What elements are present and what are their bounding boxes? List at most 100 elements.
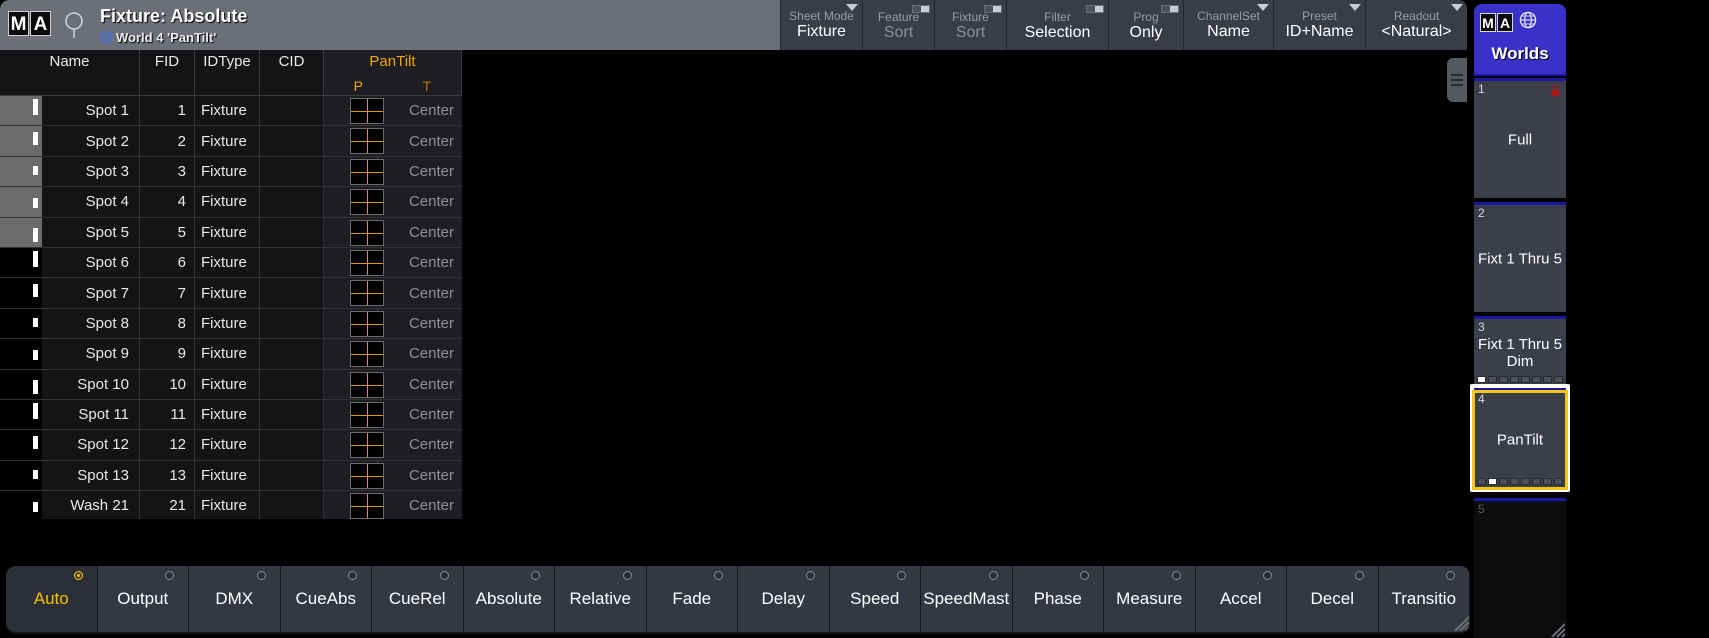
cell-name[interactable]: Spot 2 (42, 126, 140, 156)
cell-idtype[interactable]: Fixture (195, 491, 260, 519)
cell-cid[interactable] (260, 370, 324, 400)
preset-type-auto[interactable]: Auto (6, 566, 98, 632)
row-selection-indicator[interactable] (0, 400, 42, 430)
cell-fid[interactable]: 5 (140, 218, 195, 248)
pantilt-crosshair-icon[interactable] (350, 402, 384, 428)
cell-name[interactable]: Spot 6 (42, 248, 140, 278)
cell-idtype[interactable]: Fixture (195, 218, 260, 248)
cell-cid[interactable] (260, 187, 324, 217)
toolbar-button-readout[interactable]: Readout<Natural> (1365, 0, 1467, 50)
preset-type-cueabs[interactable]: CueAbs (281, 566, 373, 632)
world-item-5[interactable]: 5 (1474, 498, 1566, 638)
cell-fid[interactable]: 1 (140, 96, 195, 126)
preset-type-transitio[interactable]: Transitio (1379, 566, 1471, 632)
pantilt-crosshair-icon[interactable] (350, 372, 384, 398)
cell-name[interactable]: Wash 21 (42, 491, 140, 519)
cell-pantilt[interactable]: Center (324, 461, 462, 491)
cell-fid[interactable]: 7 (140, 278, 195, 308)
table-row[interactable]: Spot 33FixtureCenter (0, 157, 462, 187)
cell-fid[interactable]: 10 (140, 370, 195, 400)
table-row[interactable]: Spot 1212FixtureCenter (0, 430, 462, 460)
cell-fid[interactable]: 12 (140, 430, 195, 460)
preset-type-dmx[interactable]: DMX (189, 566, 281, 632)
cell-name[interactable]: Spot 4 (42, 187, 140, 217)
pantilt-crosshair-icon[interactable] (350, 341, 384, 367)
table-row[interactable]: Spot 88FixtureCenter (0, 309, 462, 339)
preset-type-fade[interactable]: Fade (647, 566, 739, 632)
cell-cid[interactable] (260, 248, 324, 278)
row-selection-indicator[interactable] (0, 96, 42, 126)
column-header-idtype[interactable]: IDType (195, 50, 260, 96)
cell-pantilt[interactable]: Center (324, 430, 462, 460)
pantilt-crosshair-icon[interactable] (350, 493, 384, 519)
pantilt-crosshair-icon[interactable] (350, 189, 384, 215)
cell-name[interactable]: Spot 5 (42, 218, 140, 248)
preset-type-speed[interactable]: Speed (830, 566, 922, 632)
world-item-4[interactable]: 4PanTilt (1474, 388, 1566, 488)
row-selection-indicator[interactable] (0, 278, 42, 308)
cell-idtype[interactable]: Fixture (195, 187, 260, 217)
preset-type-measure[interactable]: Measure (1104, 566, 1196, 632)
toolbar-button-feature[interactable]: FeatureSort (862, 0, 934, 50)
toolbar-button-preset[interactable]: PresetID+Name (1273, 0, 1365, 50)
cell-pantilt[interactable]: Center (324, 96, 462, 126)
preset-type-accel[interactable]: Accel (1196, 566, 1288, 632)
cell-name[interactable]: Spot 7 (42, 278, 140, 308)
table-row[interactable]: Spot 1111FixtureCenter (0, 400, 462, 430)
sheet-scroll-handle[interactable] (1447, 58, 1467, 102)
pantilt-crosshair-icon[interactable] (350, 98, 384, 124)
table-row[interactable]: Spot 22FixtureCenter (0, 126, 462, 156)
cell-fid[interactable]: 8 (140, 309, 195, 339)
cell-fid[interactable]: 11 (140, 400, 195, 430)
row-selection-indicator[interactable] (0, 248, 42, 278)
cell-pantilt[interactable]: Center (324, 218, 462, 248)
preset-type-delay[interactable]: Delay (738, 566, 830, 632)
cell-fid[interactable]: 6 (140, 248, 195, 278)
pantilt-crosshair-icon[interactable] (350, 463, 384, 489)
cell-idtype[interactable]: Fixture (195, 248, 260, 278)
world-item-3[interactable]: 3Fixt 1 Thru 5 Dim (1474, 316, 1566, 386)
pantilt-crosshair-icon[interactable] (350, 432, 384, 458)
world-item-1[interactable]: 1Full (1474, 78, 1566, 198)
cell-cid[interactable] (260, 461, 324, 491)
cell-idtype[interactable]: Fixture (195, 461, 260, 491)
cell-idtype[interactable]: Fixture (195, 430, 260, 460)
cell-pantilt[interactable]: Center (324, 248, 462, 278)
preset-type-speedmast[interactable]: SpeedMast (921, 566, 1013, 632)
row-selection-indicator[interactable] (0, 218, 42, 248)
row-selection-indicator[interactable] (0, 157, 42, 187)
preset-type-cuerel[interactable]: CueRel (372, 566, 464, 632)
cell-cid[interactable] (260, 430, 324, 460)
pantilt-crosshair-icon[interactable] (350, 280, 384, 306)
cell-cid[interactable] (260, 400, 324, 430)
cell-idtype[interactable]: Fixture (195, 157, 260, 187)
cell-idtype[interactable]: Fixture (195, 309, 260, 339)
cell-pantilt[interactable]: Center (324, 491, 462, 519)
preset-type-output[interactable]: Output (98, 566, 190, 632)
cell-pantilt[interactable]: Center (324, 126, 462, 156)
cell-fid[interactable]: 2 (140, 126, 195, 156)
preset-type-absolute[interactable]: Absolute (464, 566, 556, 632)
table-row[interactable]: Spot 66Fixture Center (0, 248, 462, 278)
table-row[interactable]: Spot 77FixtureCenter (0, 278, 462, 308)
bulb-icon[interactable] (62, 10, 86, 40)
cell-pantilt[interactable]: Center (324, 370, 462, 400)
resize-grip-icon[interactable] (1545, 617, 1565, 637)
preset-type-decel[interactable]: Decel (1287, 566, 1379, 632)
row-selection-indicator[interactable] (0, 309, 42, 339)
worlds-panel-header[interactable]: M A Worlds (1474, 4, 1566, 76)
table-row[interactable]: Spot 1010FixtureCenter (0, 370, 462, 400)
pantilt-crosshair-icon[interactable] (350, 220, 384, 246)
column-header-fid[interactable]: FID (140, 50, 195, 96)
cell-pantilt[interactable]: Center (324, 187, 462, 217)
cell-fid[interactable]: 13 (140, 461, 195, 491)
cell-name[interactable]: Spot 3 (42, 157, 140, 187)
cell-cid[interactable] (260, 96, 324, 126)
table-row[interactable]: Spot 99FixtureCenter (0, 339, 462, 369)
pantilt-crosshair-icon[interactable] (350, 311, 384, 337)
cell-cid[interactable] (260, 309, 324, 339)
row-selection-indicator[interactable] (0, 339, 42, 369)
toolbar-button-sheet-mode[interactable]: Sheet ModeFixture (780, 0, 862, 50)
table-row[interactable]: Spot 55Fixture Center (0, 218, 462, 248)
row-selection-indicator[interactable] (0, 491, 42, 519)
